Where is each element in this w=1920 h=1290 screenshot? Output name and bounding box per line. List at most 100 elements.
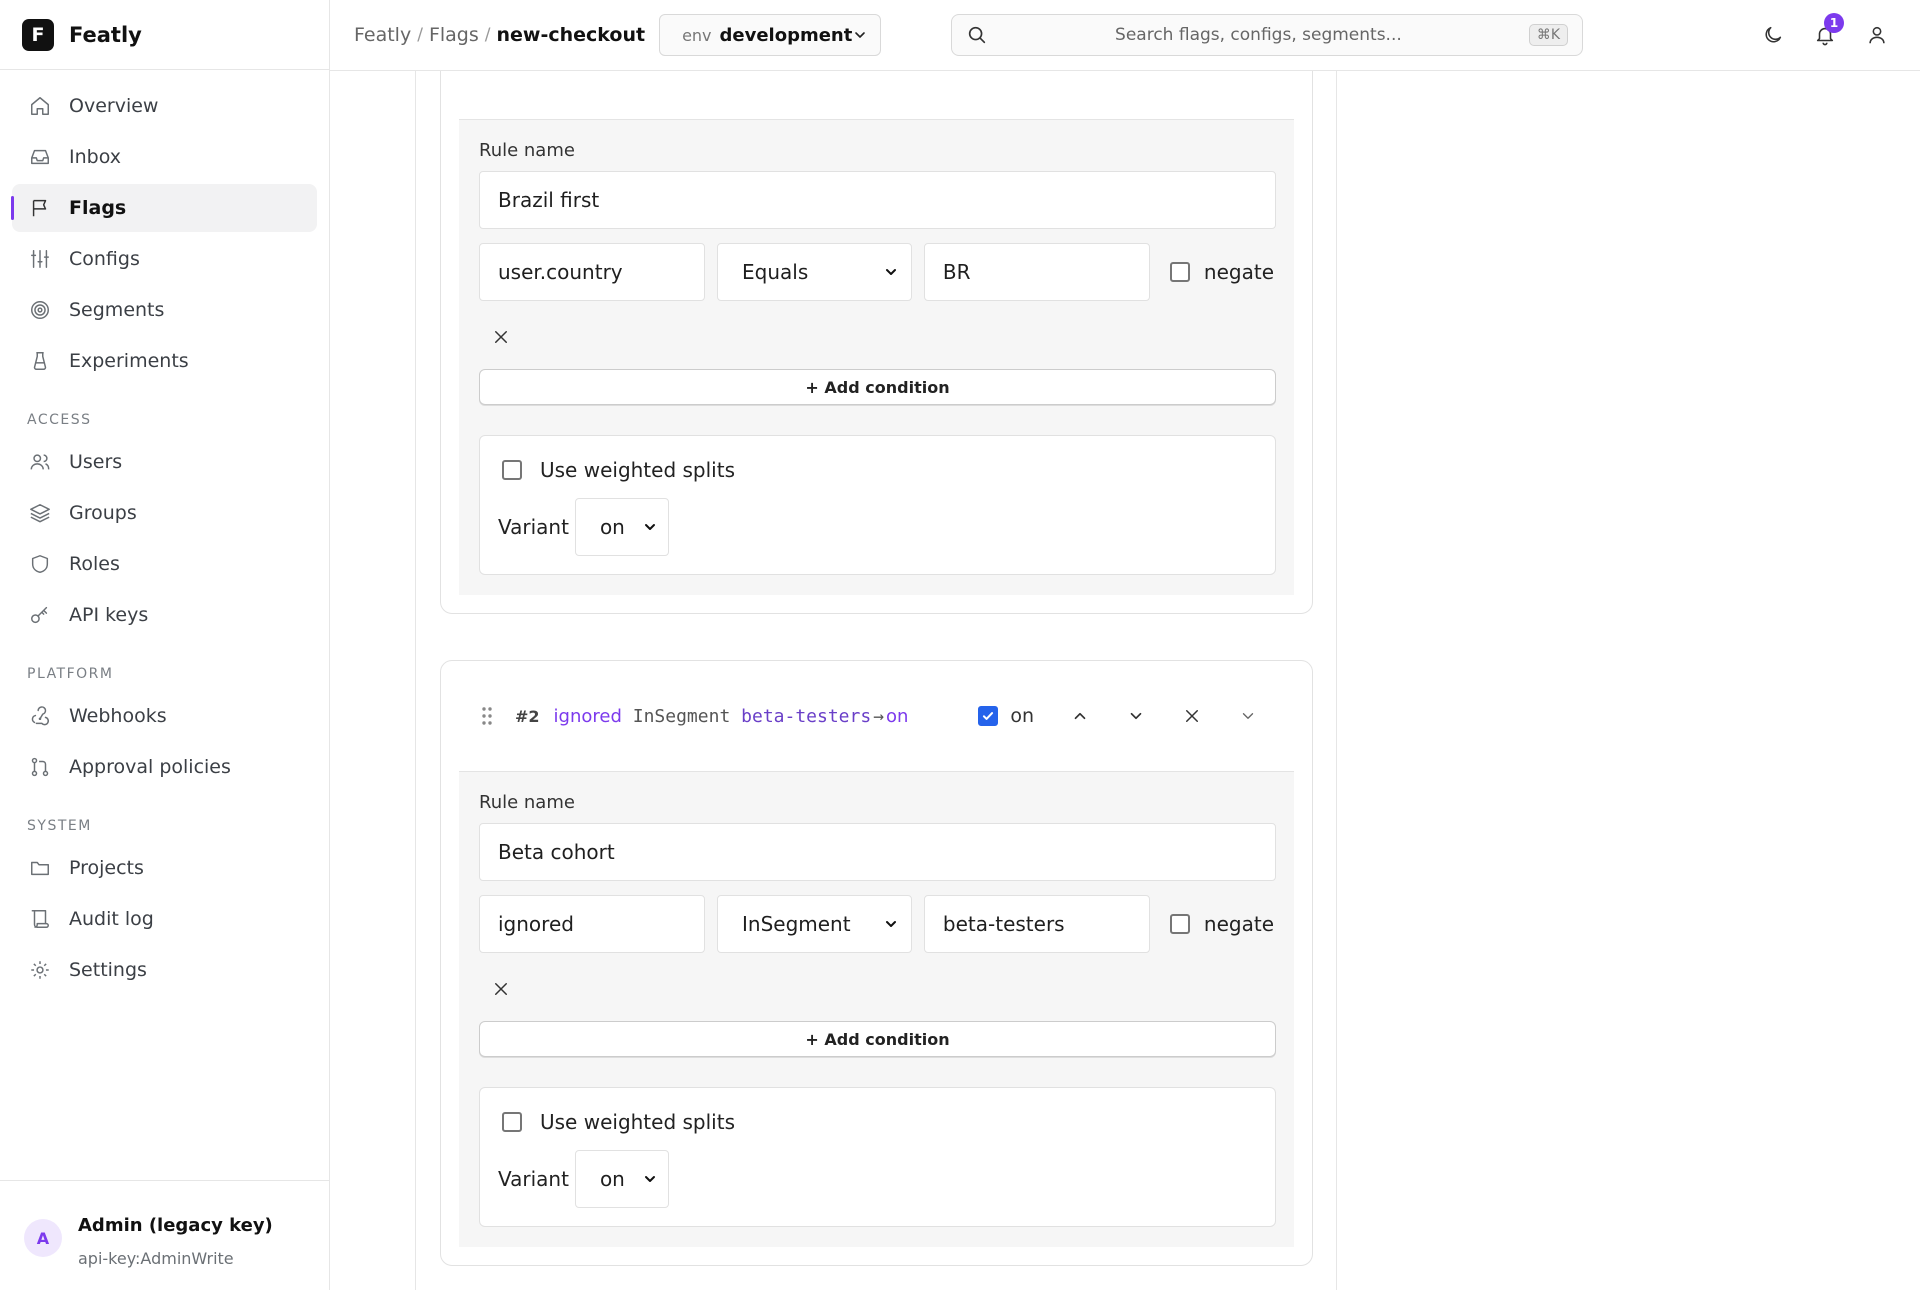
condition-operator-select[interactable]: InSegment — [717, 895, 912, 953]
weighted-splits-panel: Use weighted splits Variant on — [479, 435, 1276, 575]
sidebar-item-configs[interactable]: Configs — [12, 235, 317, 283]
sidebar-item-audit-log[interactable]: Audit log — [12, 895, 317, 943]
rule-summary: ignored InSegment beta-testers → on — [554, 706, 909, 727]
sidebar-item-label: Experiments — [69, 350, 189, 372]
condition-operator-value: Equals — [742, 260, 809, 284]
chevron-down-icon — [883, 264, 899, 280]
weighted-splits-checkbox[interactable] — [502, 460, 522, 480]
notifications-bell-icon[interactable]: 1 — [1810, 13, 1844, 52]
condition-value-input[interactable] — [923, 895, 1150, 953]
search-input[interactable] — [988, 25, 1529, 45]
layers-icon — [27, 500, 53, 526]
rule-card-header[interactable]: #2 ignored InSegment beta-testers → on on — [459, 661, 1294, 772]
theme-toggle-moon-icon[interactable] — [1758, 18, 1788, 52]
rule-name-input[interactable] — [479, 823, 1276, 881]
condition-attribute-input[interactable] — [479, 243, 705, 301]
close-icon — [495, 331, 507, 343]
negate-toggle[interactable]: negate — [1169, 912, 1274, 936]
rule-name-input[interactable] — [479, 171, 1276, 229]
breadcrumb-item[interactable]: Featly — [354, 24, 411, 46]
add-condition-button[interactable]: + Add condition — [479, 1021, 1276, 1057]
negate-toggle[interactable]: negate — [1169, 260, 1274, 284]
variant-value: on — [599, 515, 625, 539]
sidebar-item-inbox[interactable]: Inbox — [12, 133, 317, 181]
sidebar-item-overview[interactable]: Overview — [12, 82, 317, 130]
chevron-down-icon — [883, 916, 899, 932]
current-user[interactable]: A Admin (legacy key) api-key:AdminWrite — [0, 1180, 329, 1290]
check-icon — [983, 712, 994, 720]
negate-checkbox[interactable] — [1169, 914, 1190, 934]
move-down-button[interactable] — [1108, 698, 1164, 734]
weighted-splits-toggle[interactable]: Use weighted splits — [498, 458, 1257, 482]
shield-icon — [27, 551, 53, 577]
rule-actions: on — [978, 698, 1276, 734]
gear-icon — [27, 957, 53, 983]
rule-enabled-checkbox[interactable] — [978, 706, 999, 726]
sidebar-item-label: Approval policies — [69, 756, 231, 778]
nav-section-system: SYSTEM — [27, 818, 92, 834]
remove-condition-button[interactable] — [481, 317, 521, 357]
variant-row: Variant on — [498, 1150, 1257, 1208]
key-icon — [27, 602, 53, 628]
user-profile-icon[interactable] — [1862, 18, 1892, 52]
sidebar-item-segments[interactable]: Segments — [12, 286, 317, 334]
negate-checkbox[interactable] — [1169, 262, 1190, 282]
sidebar-item-flags[interactable]: Flags — [11, 184, 317, 232]
rules-column: Rule name Equals negate — [415, 71, 1337, 1290]
move-up-button[interactable] — [1052, 698, 1108, 734]
sidebar-item-label: Settings — [69, 959, 147, 981]
environment-select[interactable]: env development — [659, 14, 882, 56]
drag-handle-icon[interactable] — [481, 706, 493, 726]
rule-summary-arrow: → — [873, 705, 885, 727]
sidebar-item-users[interactable]: Users — [12, 438, 317, 486]
sliders-icon — [27, 246, 53, 272]
target-icon — [27, 297, 53, 323]
negate-label: negate — [1203, 260, 1274, 284]
condition-operator-select[interactable]: Equals — [717, 243, 912, 301]
weighted-splits-toggle[interactable]: Use weighted splits — [498, 1110, 1257, 1134]
sidebar-item-label: Roles — [69, 553, 120, 575]
search-shortcut: ⌘K — [1528, 24, 1568, 46]
webhook-icon — [27, 703, 53, 729]
condition-attribute-input[interactable] — [479, 895, 705, 953]
remove-condition-button[interactable] — [481, 969, 521, 1009]
weighted-splits-checkbox[interactable] — [502, 1112, 522, 1132]
delete-rule-button[interactable] — [1164, 698, 1220, 734]
chevron-down-icon — [642, 519, 658, 535]
sidebar-item-experiments[interactable]: Experiments — [12, 337, 317, 385]
sidebar-item-approval-policies[interactable]: Approval policies — [12, 743, 317, 791]
folder-icon — [27, 855, 53, 881]
sidebar-item-label: Overview — [69, 95, 159, 117]
brand[interactable]: F Featly — [0, 0, 329, 70]
variant-value: on — [599, 1167, 625, 1191]
close-icon — [1186, 710, 1198, 722]
sidebar: F Featly Overview Inbox Flags Configs Se… — [0, 0, 330, 1290]
sidebar-item-settings[interactable]: Settings — [12, 946, 317, 994]
rule-enabled-label: on — [1010, 705, 1034, 727]
global-search[interactable]: ⌘K — [951, 14, 1583, 56]
chevron-down-icon — [642, 1171, 658, 1187]
git-pull-icon — [27, 754, 53, 780]
condition-value-input[interactable] — [923, 243, 1150, 301]
sidebar-item-projects[interactable]: Projects — [12, 844, 317, 892]
env-value: development — [719, 24, 853, 46]
breadcrumb-item[interactable]: Flags — [429, 24, 479, 46]
add-condition-button[interactable]: + Add condition — [479, 369, 1276, 405]
variant-select[interactable]: on — [574, 1150, 669, 1208]
home-icon — [27, 93, 53, 119]
variant-select[interactable]: on — [574, 498, 669, 556]
sidebar-item-webhooks[interactable]: Webhooks — [12, 692, 317, 740]
sidebar-item-roles[interactable]: Roles — [12, 540, 317, 588]
breadcrumb: Featly / Flags / new-checkout — [354, 24, 645, 46]
collapse-rule-button[interactable] — [1220, 698, 1276, 734]
user-name: Admin (legacy key) — [78, 1215, 273, 1236]
condition-row: InSegment negate — [479, 895, 1274, 953]
sidebar-item-label: Webhooks — [69, 705, 167, 727]
sidebar-nav: Overview Inbox Flags Configs Segments Ex… — [0, 70, 329, 994]
sidebar-item-groups[interactable]: Groups — [12, 489, 317, 537]
chevron-down-icon — [1242, 713, 1254, 719]
sidebar-item-label: Groups — [69, 502, 137, 524]
env-label: env — [682, 25, 712, 45]
sidebar-item-api-keys[interactable]: API keys — [12, 591, 317, 639]
sidebar-item-label: Projects — [69, 857, 144, 879]
